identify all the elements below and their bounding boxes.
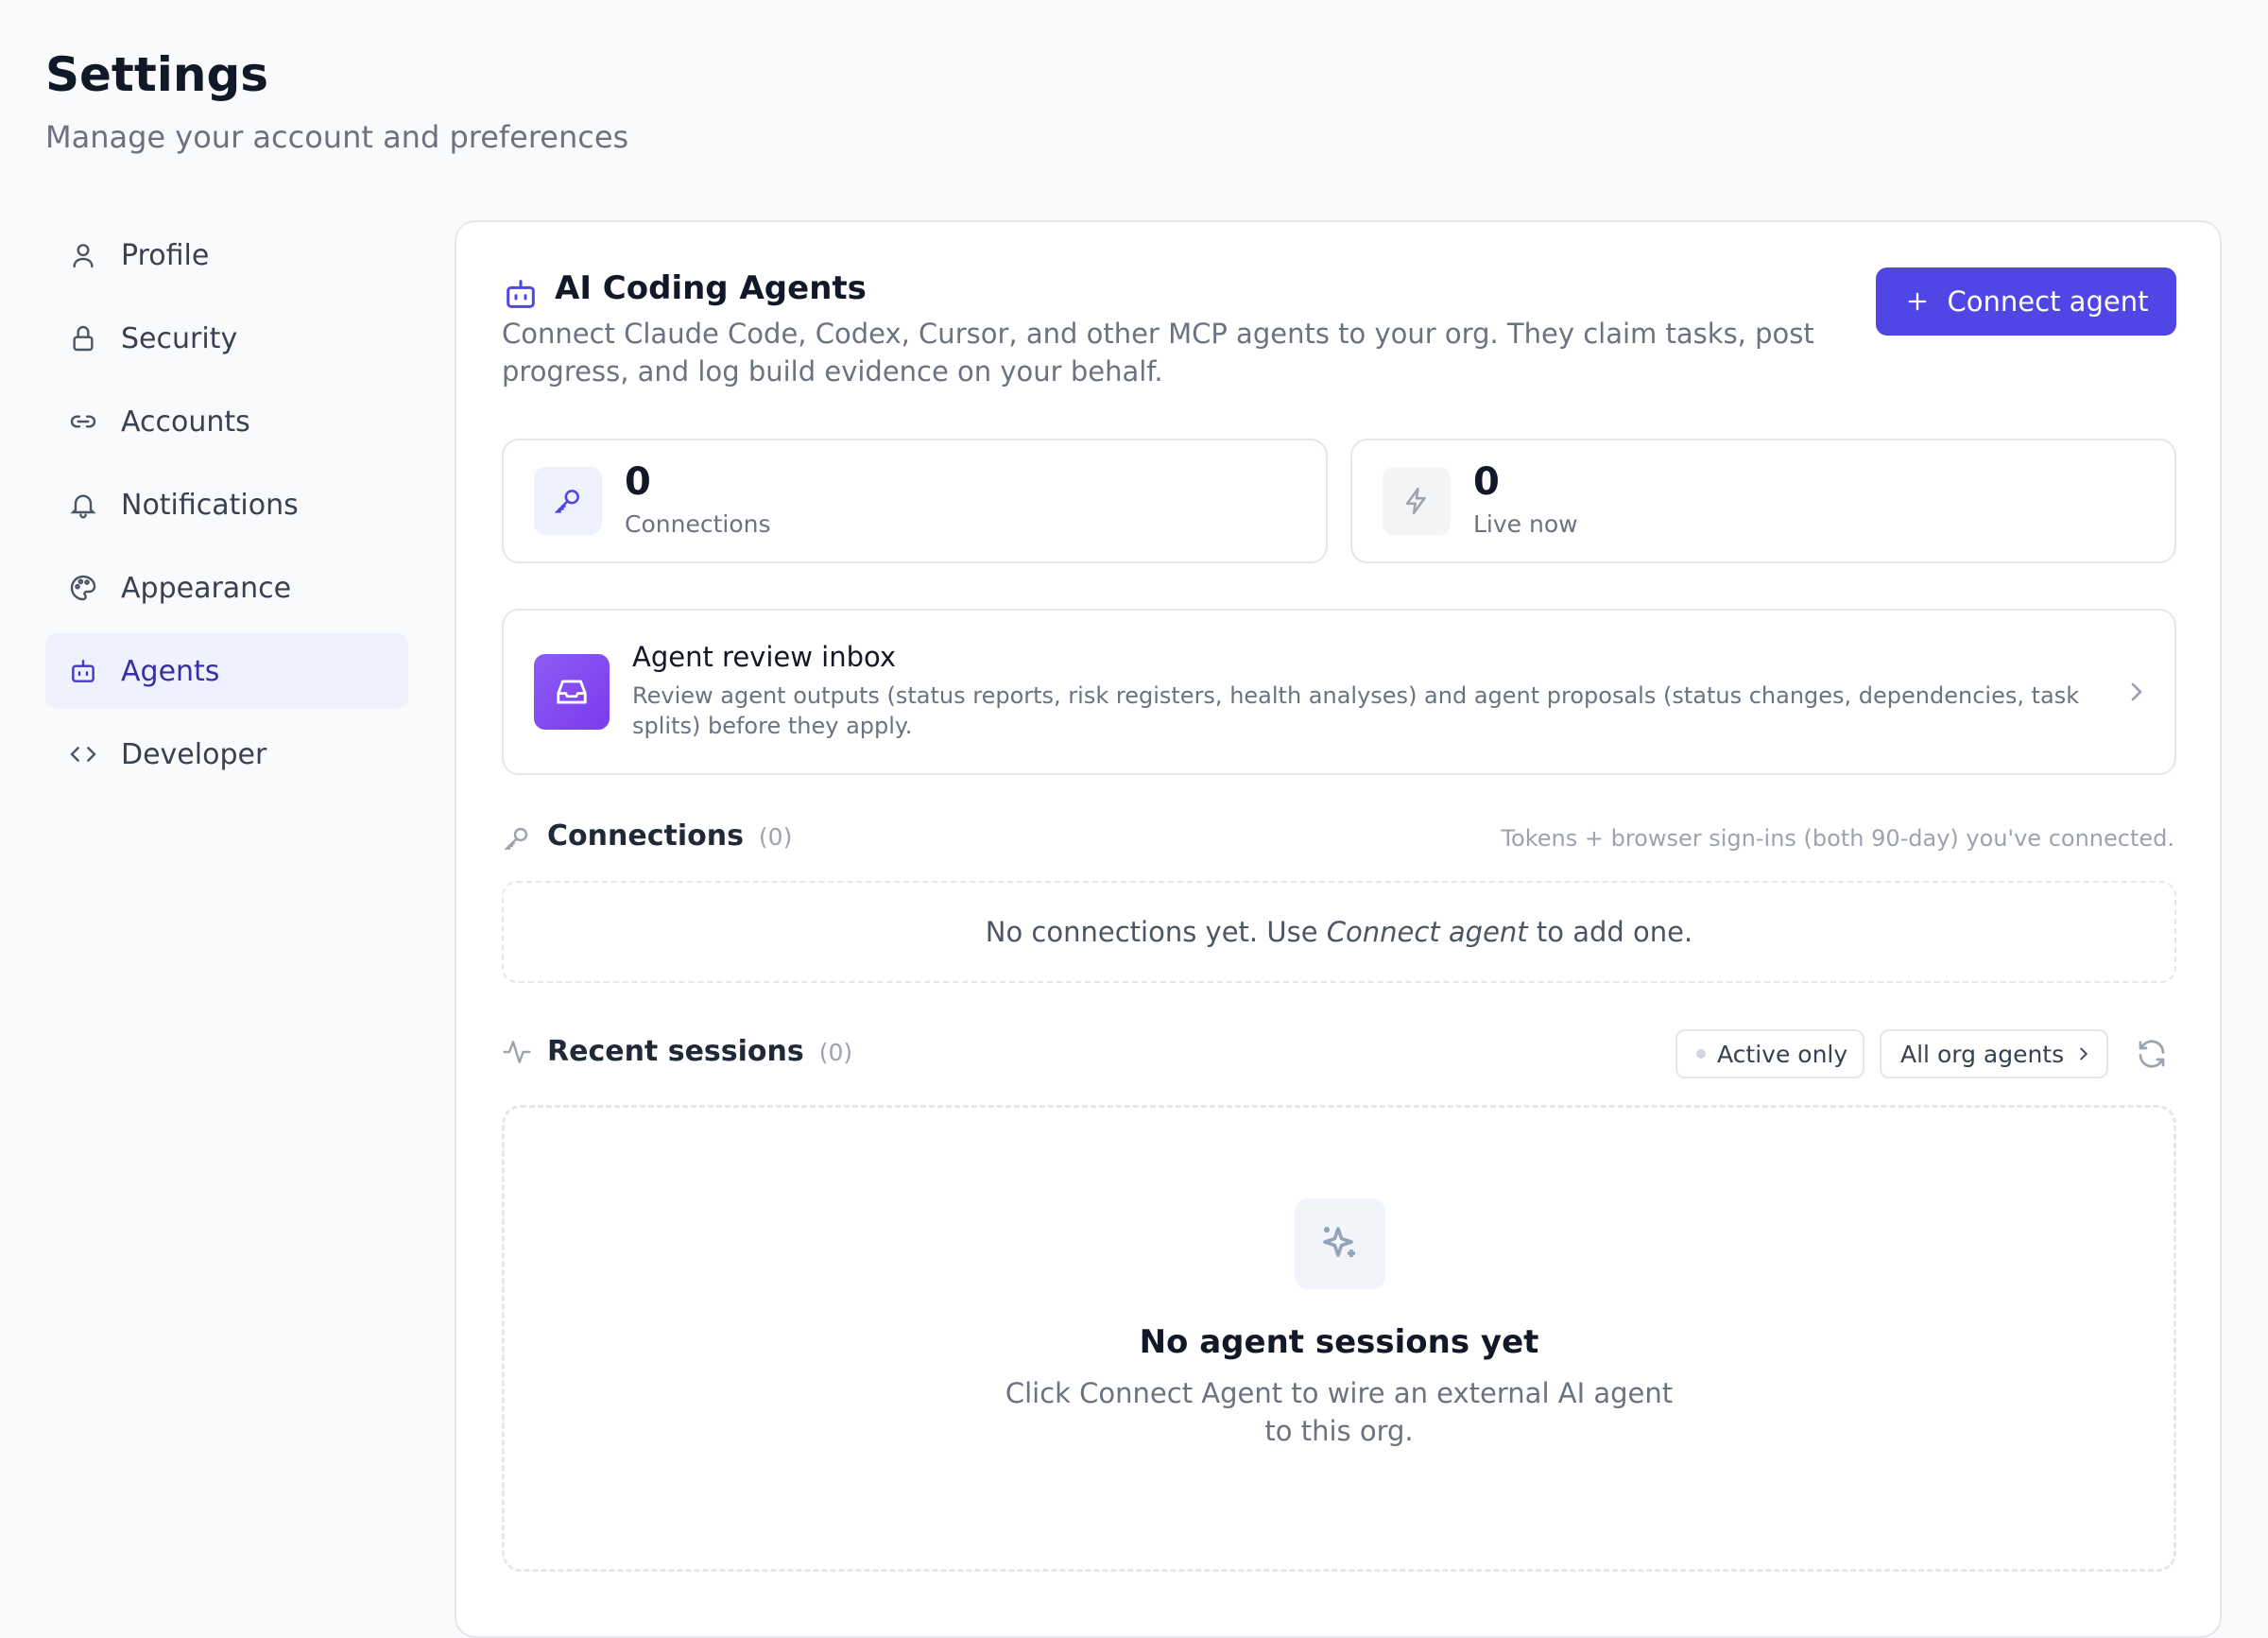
chevron-right-icon: [2122, 677, 2152, 707]
live-count: 0: [1473, 460, 1500, 504]
live-label: Live now: [1473, 510, 1578, 538]
sidebar-item-label: Appearance: [121, 571, 292, 605]
sessions-title: Recent sessions: [547, 1035, 804, 1068]
bot-icon: [68, 656, 98, 686]
bot-icon: [502, 275, 540, 313]
all-org-agents-link[interactable]: All org agents: [1880, 1029, 2108, 1078]
all-org-agents-label: All org agents: [1900, 1040, 2065, 1068]
empty-prefix: No connections yet. Use: [985, 916, 1327, 948]
sidebar-item-label: Accounts: [121, 405, 250, 439]
sidebar-item-label: Security: [121, 321, 238, 355]
sessions-heading: Recent sessions (0): [547, 1035, 852, 1068]
code-icon: [68, 739, 98, 769]
connections-title: Connections: [547, 819, 744, 853]
bell-icon: [68, 490, 98, 520]
settings-sidebar: Profile Security Accounts Notifications …: [45, 217, 408, 800]
active-only-label: Active only: [1717, 1040, 1848, 1068]
agents-panel: AI Coding Agents Connect Claude Code, Co…: [455, 220, 2222, 1638]
activity-icon: [502, 1037, 532, 1067]
connections-empty-state: No connections yet. Use Connect agent to…: [502, 881, 2176, 983]
bolt-icon: [1383, 467, 1451, 535]
sessions-heading-count: (0): [818, 1039, 853, 1066]
sidebar-item-agents[interactable]: Agents: [45, 633, 408, 709]
link-icon: [68, 406, 98, 437]
connections-heading: Connections (0): [547, 819, 792, 853]
inbox-icon: [534, 654, 610, 730]
sidebar-item-label: Developer: [121, 737, 267, 771]
sidebar-item-label: Agents: [121, 654, 220, 688]
sparkles-icon: [1295, 1198, 1385, 1289]
refresh-icon[interactable]: [2135, 1037, 2169, 1071]
page-subtitle: Manage your account and preferences: [45, 119, 629, 155]
plus-icon: [1904, 288, 1931, 315]
connections-heading-count: (0): [758, 823, 793, 851]
connections-count: 0: [625, 460, 651, 504]
key-icon: [534, 467, 602, 535]
stat-card-connections: 0 Connections: [502, 439, 1328, 563]
sidebar-item-security[interactable]: Security: [45, 301, 408, 376]
connections-label: Connections: [625, 510, 771, 538]
sidebar-item-label: Notifications: [121, 488, 299, 522]
empty-link-text: Connect agent: [1326, 916, 1528, 948]
sessions-empty-state: No agent sessions yet Click Connect Agen…: [502, 1105, 2176, 1572]
status-dot: [1696, 1049, 1706, 1059]
palette-icon: [68, 573, 98, 603]
sidebar-item-appearance[interactable]: Appearance: [45, 550, 408, 626]
inbox-description: Review agent outputs (status reports, ri…: [632, 682, 2080, 739]
sidebar-item-accounts[interactable]: Accounts: [45, 384, 408, 459]
page-header: Settings Manage your account and prefere…: [45, 42, 628, 155]
connections-hint: Tokens + browser sign-ins (both 90-day) …: [1501, 825, 2174, 852]
active-only-filter[interactable]: Active only: [1675, 1029, 1864, 1078]
inbox-title: Agent review inbox: [632, 641, 897, 673]
empty-suffix: to add one.: [1527, 916, 1693, 948]
key-icon: [502, 823, 532, 853]
sidebar-item-notifications[interactable]: Notifications: [45, 467, 408, 543]
connect-agent-button[interactable]: Connect agent: [1876, 267, 2176, 336]
lock-icon: [68, 323, 98, 353]
agent-review-inbox-card[interactable]: Agent review inbox Review agent outputs …: [502, 609, 2176, 775]
sidebar-item-developer[interactable]: Developer: [45, 716, 408, 792]
sessions-empty-title: No agent sessions yet: [1139, 1323, 1539, 1361]
section-description: Connect Claude Code, Codex, Cursor, and …: [502, 318, 1814, 388]
user-icon: [68, 240, 98, 270]
section-title: AI Coding Agents: [555, 269, 867, 307]
page-title: Settings: [45, 47, 269, 102]
chevron-right-icon: [2073, 1043, 2094, 1064]
connect-agent-label: Connect agent: [1947, 285, 2149, 318]
stat-card-live: 0 Live now: [1350, 439, 2176, 563]
sessions-empty-description: Click Connect Agent to wire an external …: [1005, 1377, 1674, 1447]
sidebar-item-profile[interactable]: Profile: [45, 217, 408, 293]
sidebar-item-label: Profile: [121, 238, 210, 272]
